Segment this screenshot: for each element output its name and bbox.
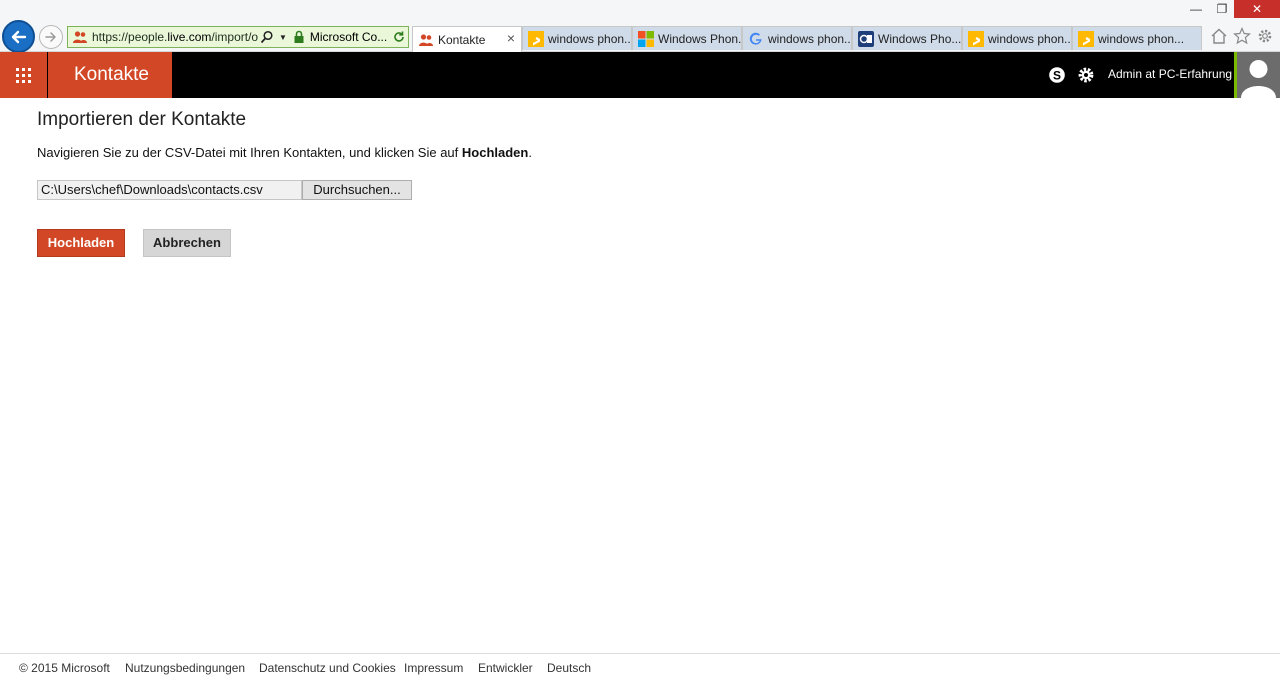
dropdown-arrow-icon[interactable]: ▼ bbox=[279, 33, 287, 42]
people-icon bbox=[419, 33, 433, 46]
tab-site[interactable]: Windows Pho... bbox=[852, 26, 962, 50]
google-icon bbox=[749, 32, 762, 45]
file-path-field[interactable]: C:\Users\chef\Downloads\contacts.csv bbox=[37, 180, 302, 200]
site-icon bbox=[858, 30, 874, 47]
tab-label: windows phon... bbox=[1098, 31, 1185, 46]
tab-bing-2[interactable]: windows phon... bbox=[962, 26, 1072, 50]
back-arrow-icon bbox=[11, 30, 27, 44]
forward-arrow-icon bbox=[45, 32, 56, 42]
instruction-text: Navigieren Sie zu der CSV-Datei mit Ihre… bbox=[37, 145, 532, 160]
cancel-button[interactable]: Abbrechen bbox=[143, 229, 231, 257]
microsoft-logo-icon bbox=[638, 30, 654, 47]
settings-gear-icon[interactable] bbox=[1077, 66, 1095, 84]
settings-gear-icon[interactable] bbox=[1256, 27, 1274, 45]
page-title: Importieren der Kontakte bbox=[37, 109, 247, 130]
footer-link-privacy[interactable]: Datenschutz und Cookies bbox=[259, 661, 396, 675]
tab-google[interactable]: windows phon... bbox=[742, 26, 852, 50]
address-bar[interactable]: https://people.live.com/import/otl ▼ Mic… bbox=[67, 26, 409, 48]
waffle-grid-icon bbox=[16, 68, 31, 83]
favorites-star-icon[interactable] bbox=[1233, 27, 1251, 45]
tab-label: windows phon... bbox=[768, 31, 851, 46]
refresh-icon[interactable] bbox=[392, 30, 406, 44]
tab-label: windows phon... bbox=[548, 31, 631, 46]
svg-text:S: S bbox=[1053, 69, 1061, 83]
tab-label: Windows Pho... bbox=[878, 31, 961, 46]
bing-icon bbox=[968, 30, 984, 47]
minimize-button[interactable]: — bbox=[1182, 0, 1210, 18]
back-button[interactable] bbox=[2, 20, 35, 53]
avatar[interactable] bbox=[1234, 52, 1280, 98]
browse-button[interactable]: Durchsuchen... bbox=[302, 180, 412, 200]
tab-kontakte[interactable]: Kontakte × bbox=[412, 26, 522, 52]
tab-label: Kontakte bbox=[438, 32, 486, 47]
bing-icon bbox=[1078, 30, 1094, 47]
tab-label: Windows Phon... bbox=[658, 31, 741, 46]
skype-icon[interactable]: S bbox=[1048, 66, 1066, 84]
close-window-button[interactable]: ✕ bbox=[1234, 0, 1280, 18]
app-header: Kontakte S Admin at PC-Erfahrung bbox=[0, 52, 1280, 98]
restore-button[interactable]: ❐ bbox=[1208, 0, 1236, 18]
footer-link-language[interactable]: Deutsch bbox=[547, 661, 591, 675]
bing-icon bbox=[528, 30, 544, 47]
home-icon[interactable] bbox=[1210, 27, 1228, 45]
browser-toolbar: https://people.live.com/import/otl ▼ Mic… bbox=[0, 0, 1280, 53]
tab-label: windows phon... bbox=[988, 31, 1071, 46]
site-identity[interactable]: Microsoft Co... bbox=[310, 30, 390, 44]
tab-bing-3[interactable]: windows phon... bbox=[1072, 26, 1202, 50]
user-silhouette-icon bbox=[1241, 60, 1276, 98]
search-icon[interactable] bbox=[260, 30, 274, 44]
app-title[interactable]: Kontakte bbox=[48, 52, 172, 98]
tab-microsoft[interactable]: Windows Phon... bbox=[632, 26, 742, 50]
people-icon bbox=[73, 31, 87, 43]
footer-link-developers[interactable]: Entwickler bbox=[478, 661, 533, 675]
lock-icon[interactable] bbox=[292, 30, 306, 44]
tab-bing-1[interactable]: windows phon... bbox=[522, 26, 632, 50]
forward-button[interactable] bbox=[39, 25, 63, 49]
upload-button[interactable]: Hochladen bbox=[37, 229, 125, 257]
app-launcher-button[interactable] bbox=[0, 52, 47, 98]
user-name[interactable]: Admin at PC-Erfahrung bbox=[1108, 67, 1232, 81]
footer-link-terms[interactable]: Nutzungsbedingungen bbox=[125, 661, 245, 675]
footer: © 2015 Microsoft Nutzungsbedingungen Dat… bbox=[0, 653, 1280, 682]
url-text[interactable]: https://people.live.com/import/otl bbox=[92, 30, 258, 44]
footer-link-imprint[interactable]: Impressum bbox=[404, 661, 463, 675]
copyright-text: © 2015 Microsoft bbox=[19, 661, 110, 675]
close-tab-icon[interactable]: × bbox=[507, 30, 515, 46]
